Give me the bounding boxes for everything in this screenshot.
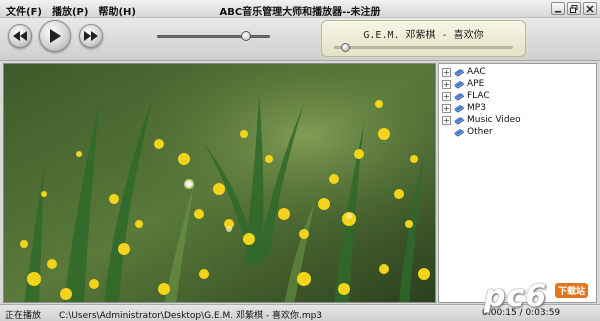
playback-status: 正在播放 [5, 311, 42, 321]
tree-item-label: FLAC [467, 91, 490, 101]
expander-placeholder [442, 127, 451, 137]
expand-icon[interactable]: + [442, 67, 451, 77]
video-frame-image [4, 64, 435, 302]
playback-progress-track[interactable] [334, 46, 513, 49]
volume-slider-track[interactable] [157, 35, 270, 38]
expand-icon[interactable]: + [442, 91, 451, 101]
rewind-button[interactable] [8, 24, 32, 48]
folder-icon [454, 117, 464, 125]
now-playing-display: G.E.M. 邓紫棋 - 喜欢你 [321, 20, 526, 57]
rewind-icon [13, 31, 27, 41]
folder-icon [454, 69, 464, 77]
tree-item-label: Other [467, 127, 493, 137]
folder-icon [454, 105, 464, 113]
tree-item-aac[interactable]: + AAC [442, 66, 486, 78]
window-title: ABC音乐管理大师和播放器--未注册 [219, 7, 381, 18]
restore-icon [570, 5, 578, 13]
minimize-icon [555, 11, 561, 13]
tree-item-label: APE [467, 79, 485, 89]
playback-progress-handle[interactable] [340, 43, 350, 52]
close-button[interactable] [583, 2, 597, 15]
watermark-logo: pc6 [484, 279, 548, 314]
site-watermark: pc6 下载站 [484, 279, 596, 317]
tree-item-music-video[interactable]: + Music Video [442, 114, 521, 126]
volume-slider-handle[interactable] [241, 31, 252, 41]
folder-icon [454, 81, 464, 89]
folder-icon [454, 93, 464, 101]
library-tree: + AAC + APE + FLAC + MP3 + Music Video O… [438, 63, 597, 303]
folder-icon [454, 129, 464, 137]
video-display [3, 63, 436, 303]
window-buttons [551, 2, 597, 15]
fast-forward-icon [84, 31, 98, 41]
expand-icon[interactable]: + [442, 79, 451, 89]
expand-icon[interactable]: + [442, 103, 451, 113]
tree-item-other[interactable]: Other [442, 126, 493, 138]
expand-icon[interactable]: + [442, 115, 451, 125]
watermark-tag: 下载站 [555, 283, 589, 298]
minimize-button[interactable] [551, 2, 565, 15]
tree-item-label: Music Video [467, 115, 521, 125]
file-path: C:\Users\Administrator\Desktop\G.E.M. 邓紫… [59, 311, 323, 321]
fast-forward-button[interactable] [79, 24, 103, 48]
tree-item-flac[interactable]: + FLAC [442, 90, 490, 102]
tree-item-label: AAC [467, 67, 486, 77]
title-bar: 文件(F) 播放(P) 帮助(H) ABC音乐管理大师和播放器--未注册 [0, 0, 600, 18]
play-button[interactable] [39, 20, 71, 52]
now-playing-track: G.E.M. 邓紫棋 - 喜欢你 [363, 30, 484, 41]
tree-item-mp3[interactable]: + MP3 [442, 102, 486, 114]
play-icon [50, 29, 61, 43]
restore-button[interactable] [567, 2, 581, 15]
tree-item-label: MP3 [467, 103, 486, 113]
tree-item-ape[interactable]: + APE [442, 78, 484, 90]
close-icon [586, 5, 594, 13]
